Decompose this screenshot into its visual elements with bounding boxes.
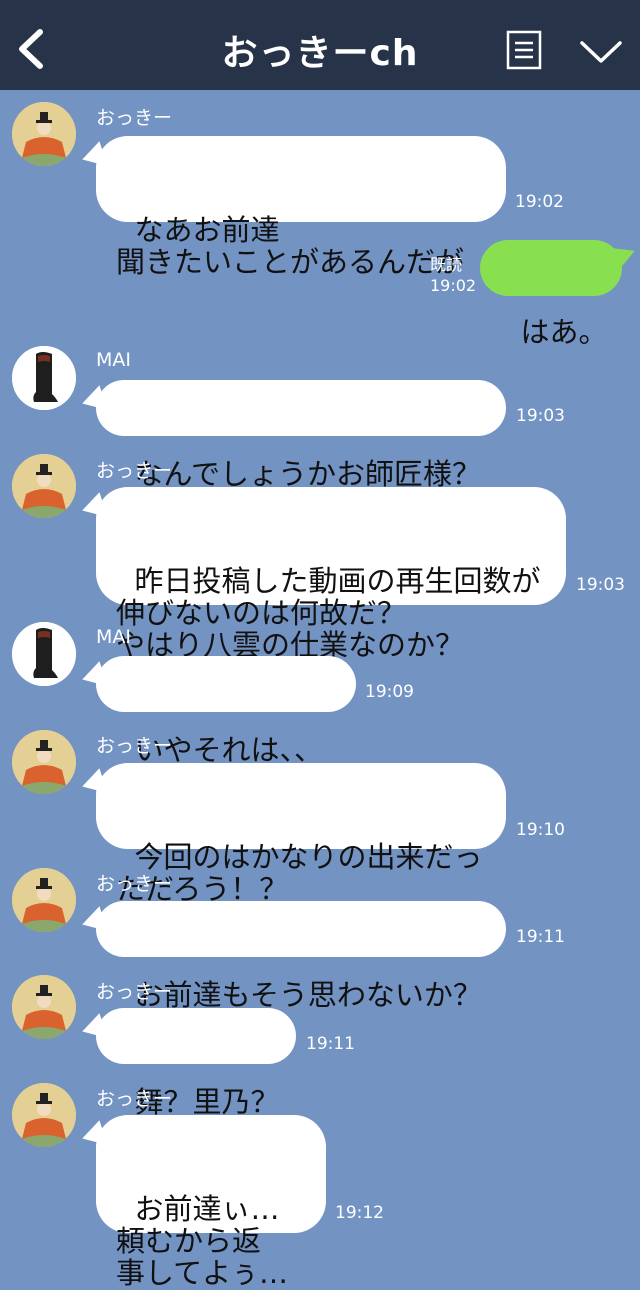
chat-header: おっきーch [0, 0, 640, 90]
avatar-okki[interactable] [12, 975, 76, 1039]
mai-avatar-icon [12, 622, 76, 686]
message-text: なあお前達 聞きたいことがあるんだが [116, 213, 465, 279]
sender-name: おっきー [96, 107, 173, 129]
okki-avatar-icon [12, 454, 76, 518]
okki-avatar-icon [12, 730, 76, 794]
sender-name: MAI [96, 626, 131, 648]
okki-avatar-icon [12, 868, 76, 932]
message-bubble[interactable]: お前達ぃ… 頼むから返 事してよぅ… [78, 1115, 326, 1289]
avatar-okki[interactable] [12, 102, 76, 166]
avatar-okki[interactable] [12, 730, 76, 794]
message-time: 19:02 [430, 276, 477, 295]
sender-name: おっきー [96, 460, 173, 482]
message-bubble[interactable]: 昨日投稿した動画の再生回数が 伸びないのは何故だ？ やはり八雲の仕業なのか？ [78, 487, 566, 661]
message-time: 19:10 [516, 820, 565, 840]
message-bubble[interactable]: いやそれは、、 [78, 656, 356, 766]
message-text: はあ。 [520, 315, 608, 349]
sender-name: おっきー [96, 735, 173, 757]
menu-button[interactable] [506, 30, 542, 70]
avatar-okki[interactable] [12, 454, 76, 518]
avatar-mai[interactable] [12, 346, 76, 410]
read-receipt: 既読 19:02 [430, 254, 476, 296]
message-text: なんでしょうかお師匠様？ [134, 457, 481, 491]
message-bubble[interactable]: お前達もそう思わないか？ [78, 901, 506, 1011]
chevron-down-icon [580, 41, 622, 63]
message-text: お前達ぃ… 頼むから返 事してよぅ… [116, 1192, 288, 1290]
okki-avatar-icon [12, 975, 76, 1039]
sender-name: MAI [96, 349, 131, 371]
sender-name: おっきー [96, 873, 173, 895]
message-time: 19:11 [516, 927, 565, 947]
message-bubble[interactable]: 今回のはかなりの出来だっ ただろう！？ [78, 763, 506, 905]
message-bubble[interactable]: 舞？里乃？ [78, 1008, 296, 1118]
message-text: 昨日投稿した動画の再生回数が 伸びないのは何故だ？ やはり八雲の仕業なのか？ [116, 564, 541, 662]
my-message-bubble[interactable]: はあ。 [480, 240, 640, 348]
avatar-okki[interactable] [12, 1083, 76, 1147]
message-time: 19:11 [306, 1034, 355, 1054]
collapse-button[interactable] [578, 38, 624, 66]
sender-name: おっきー [96, 1088, 173, 1110]
okki-avatar-icon [12, 102, 76, 166]
menu-list-icon [506, 30, 542, 70]
avatar-okki[interactable] [12, 868, 76, 932]
avatar-mai[interactable] [12, 622, 76, 686]
message-bubble[interactable]: なんでしょうかお師匠様？ [78, 380, 506, 490]
okki-avatar-icon [12, 1083, 76, 1147]
message-time: 19:03 [516, 406, 565, 426]
chat-title: おっきーch [221, 33, 419, 74]
message-text: お前達もそう思わないか？ [134, 978, 482, 1012]
message-time: 19:02 [515, 192, 564, 212]
read-label: 既読 [430, 255, 463, 274]
sender-name: おっきー [96, 981, 173, 1003]
message-time: 19:09 [365, 682, 414, 702]
message-time: 19:12 [335, 1203, 384, 1223]
mai-avatar-icon [12, 346, 76, 410]
message-time: 19:03 [576, 575, 625, 595]
message-bubble[interactable]: なあお前達 聞きたいことがあるんだが [78, 136, 506, 278]
